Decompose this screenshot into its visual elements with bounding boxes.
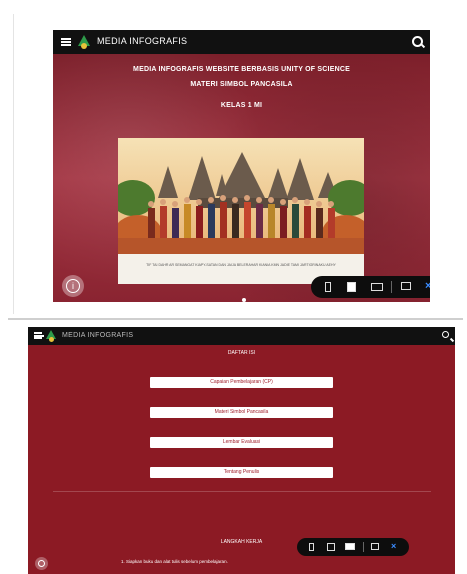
toolbar-separator (391, 281, 392, 293)
search-icon[interactable] (442, 331, 449, 338)
page-indicator (242, 298, 246, 302)
menu-item-evaluasi[interactable]: Lembar Evaluasi (150, 437, 333, 448)
app-title: MEDIA INFOGRAFIS (97, 36, 188, 46)
page-title: MEDIA INFOGRAFIS WEBSITE BERBASIS UNITY … (133, 66, 350, 73)
toolbar-separator (363, 542, 364, 552)
info-icon: i (66, 279, 80, 293)
step-item: 1. Siapkan buku dan alat tulis sebelum p… (121, 559, 228, 564)
app-title: MEDIA INFOGRAFIS (62, 332, 134, 339)
left-border-line (13, 14, 14, 314)
image-caption: TIF TAI DAHR AR SEMANGAT KIAPY-SATAN DAN… (146, 263, 336, 267)
screenshot-home: MEDIA INFOGRAFIS MEDIA INFOGRAFIS WEBSIT… (53, 30, 430, 302)
desktop-view-icon[interactable] (345, 543, 355, 550)
tablet-view-icon[interactable] (347, 282, 356, 292)
tree-logo-icon (46, 330, 56, 342)
menu-item-materi[interactable]: Materi Simbol Pancasila (150, 407, 333, 418)
top-app-bar: MEDIA INFOGRAFIS (53, 30, 430, 54)
comment-icon[interactable] (401, 282, 411, 290)
hamburger-icon[interactable] (61, 38, 71, 46)
device-toolbar: × (311, 276, 430, 298)
hamburger-icon[interactable] (34, 332, 44, 339)
section-divider-line (53, 491, 431, 492)
info-icon (38, 560, 45, 567)
tree-logo-icon (78, 35, 90, 49)
search-icon[interactable] (412, 36, 423, 47)
comment-icon[interactable] (371, 543, 379, 550)
top-app-bar-2: MEDIA INFOGRAFIS (28, 327, 455, 345)
menu-item-penulis[interactable]: Tentang Penulis (150, 467, 333, 478)
hero-illustration (118, 138, 364, 254)
mobile-view-icon[interactable] (325, 282, 331, 292)
desktop-view-icon[interactable] (371, 283, 383, 291)
section-title-daftar-isi: DAFTAR ISI (227, 350, 256, 356)
info-button[interactable]: i (62, 275, 84, 297)
tablet-view-icon[interactable] (327, 543, 335, 551)
info-button[interactable] (35, 557, 48, 570)
mobile-view-icon[interactable] (309, 543, 314, 551)
page-subtitle: MATERI SIMBOL PANCASILA (190, 81, 293, 88)
device-toolbar: × (297, 538, 409, 556)
hero-card: TIF TAI DAHR AR SEMANGAT KIAPY-SATAN DAN… (118, 138, 364, 284)
close-icon[interactable]: × (425, 280, 430, 292)
class-label: KELAS 1 MI (220, 102, 263, 109)
screenshot-contents: MEDIA INFOGRAFIS DAFTAR ISI Capaian Pemb… (28, 327, 455, 574)
section-divider (8, 318, 463, 320)
menu-item-capaian[interactable]: Capaian Pembelajaran (CP) (150, 377, 333, 388)
close-icon[interactable]: × (391, 541, 396, 551)
